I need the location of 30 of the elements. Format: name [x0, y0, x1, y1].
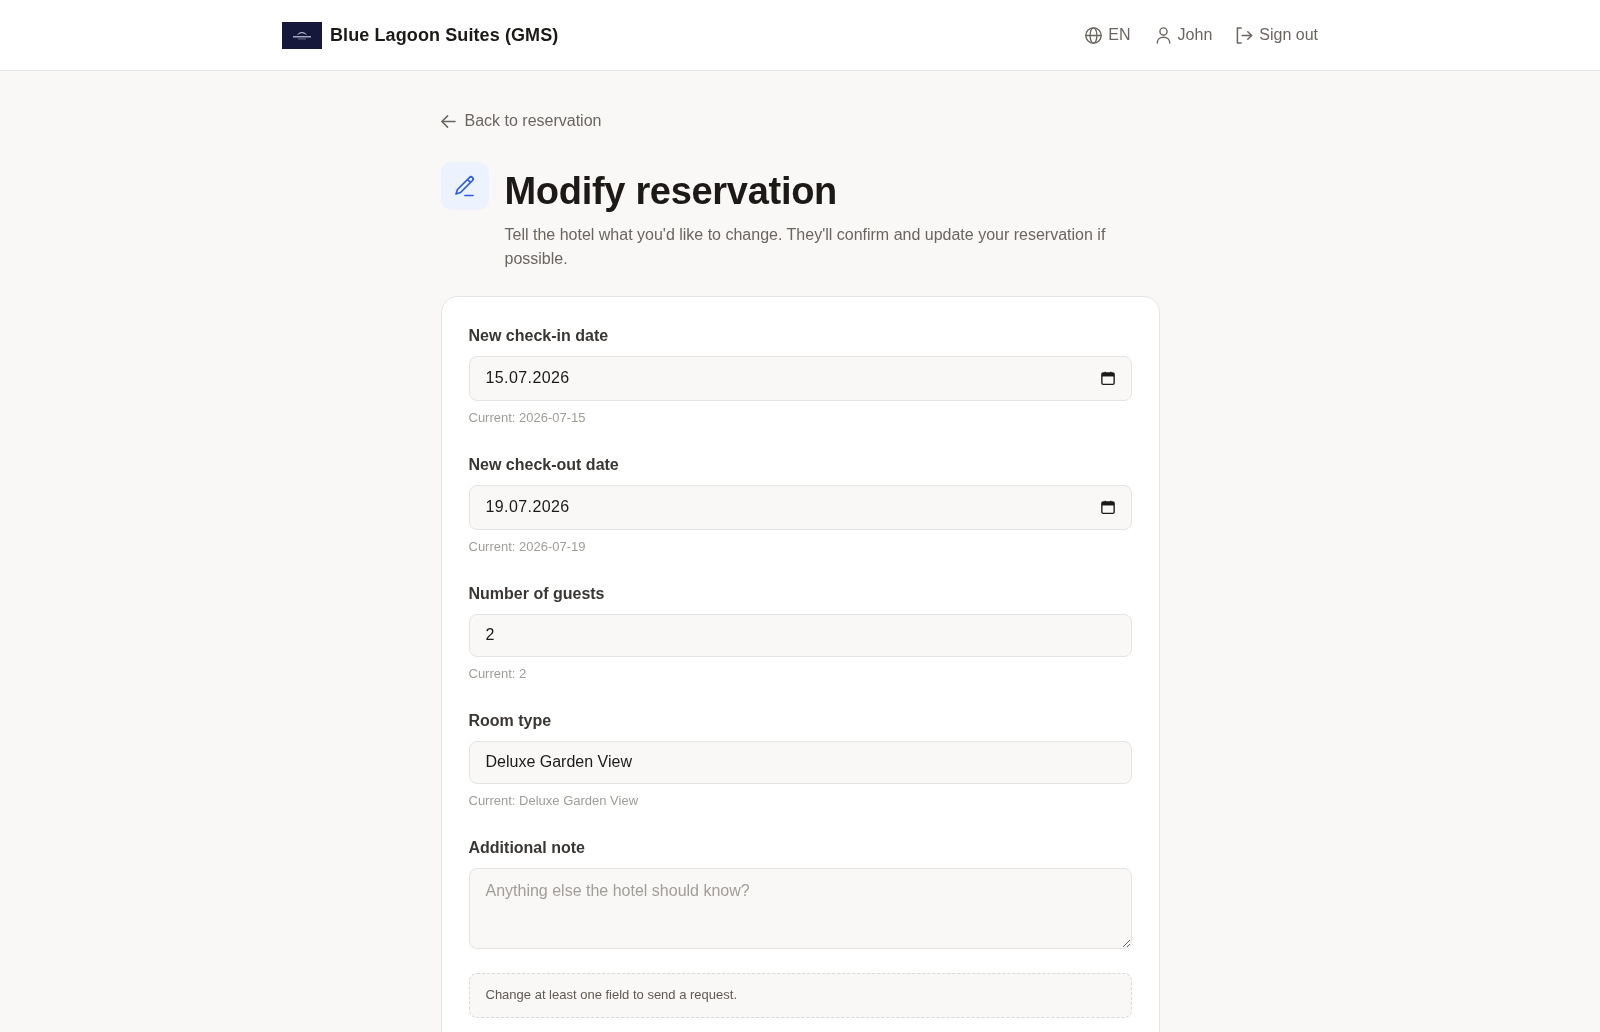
field-label: Room type [468, 710, 553, 731]
field-label: Number of guests [468, 583, 606, 604]
user-icon [1154, 26, 1172, 44]
current-value-hint: Current: Deluxe Garden View [468, 791, 640, 810]
language-button[interactable]: EN [1085, 23, 1131, 47]
text-field[interactable]: 2 [468, 613, 1132, 657]
calendar-icon [1100, 500, 1115, 514]
arrow-left-icon [440, 113, 456, 129]
notice-text: Change at least one field to send a request. [485, 986, 737, 1005]
field-label: Additional note [468, 837, 586, 858]
field-label: New check-in date [468, 325, 610, 346]
page-title: Modify reservation [504, 168, 838, 214]
current-value-hint: Current: 2 [468, 664, 528, 683]
brand-name: Blue Lagoon Suites (GMS) [330, 23, 559, 47]
date-field[interactable]: 19.07.2026 [468, 484, 1132, 530]
field-label: New check-out date [468, 454, 620, 475]
calendar-icon [1100, 371, 1115, 385]
sign-out-button[interactable]: Sign out [1236, 23, 1318, 47]
sign-out-icon [1236, 26, 1254, 44]
current-value-hint: Current: 2026-07-19 [468, 537, 587, 556]
page-description: Tell the hotel what you'd like to change. They'll confirm and update your reservation if possible. [504, 224, 1107, 269]
globe-icon [1085, 26, 1103, 44]
logo-icon [282, 21, 322, 49]
back-link[interactable]: Back to reservation [440, 109, 602, 133]
pencil-icon [440, 161, 489, 210]
note-field[interactable]: Anything else the hotel should know? [468, 867, 1132, 949]
user-button[interactable]: John [1154, 23, 1213, 47]
text-field[interactable]: Deluxe Garden View [468, 740, 1132, 784]
date-field[interactable]: 15.07.2026 [468, 355, 1132, 401]
current-value-hint: Current: 2026-07-15 [468, 408, 587, 427]
